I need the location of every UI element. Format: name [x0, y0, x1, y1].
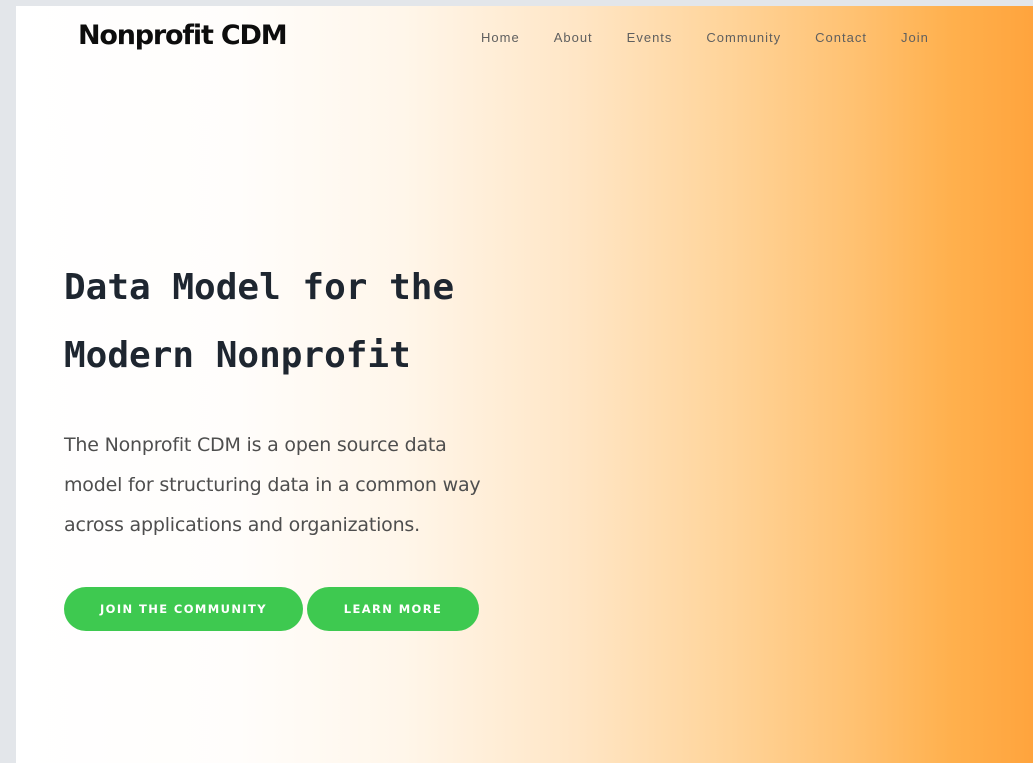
learn-more-button[interactable]: LEARN MORE [307, 587, 479, 631]
main-nav: Home About Events Community Contact Join [481, 30, 929, 45]
hero-description-line-3: across applications and organizations. [64, 514, 420, 536]
nav-item-contact[interactable]: Contact [815, 30, 867, 45]
nav-item-about[interactable]: About [554, 30, 593, 45]
nav-item-home[interactable]: Home [481, 30, 520, 45]
hero-title: Data Model for the Modern Nonprofit [64, 254, 584, 390]
hero-title-line-2: Modern Nonprofit [64, 335, 411, 376]
site-logo[interactable]: Nonprofit CDM [78, 20, 288, 51]
hero-description-line-1: The Nonprofit CDM is a open source data [64, 434, 447, 456]
hero-description: The Nonprofit CDM is a open source data … [64, 425, 534, 545]
nav-item-join[interactable]: Join [901, 30, 929, 45]
hero-description-line-2: model for structuring data in a common w… [64, 474, 481, 496]
join-community-button[interactable]: JOIN THE COMMUNITY [64, 587, 303, 631]
page-frame: Nonprofit CDM Home About Events Communit… [16, 6, 1033, 763]
nav-item-events[interactable]: Events [627, 30, 673, 45]
nav-item-community[interactable]: Community [706, 30, 781, 45]
hero-title-line-1: Data Model for the [64, 267, 455, 308]
